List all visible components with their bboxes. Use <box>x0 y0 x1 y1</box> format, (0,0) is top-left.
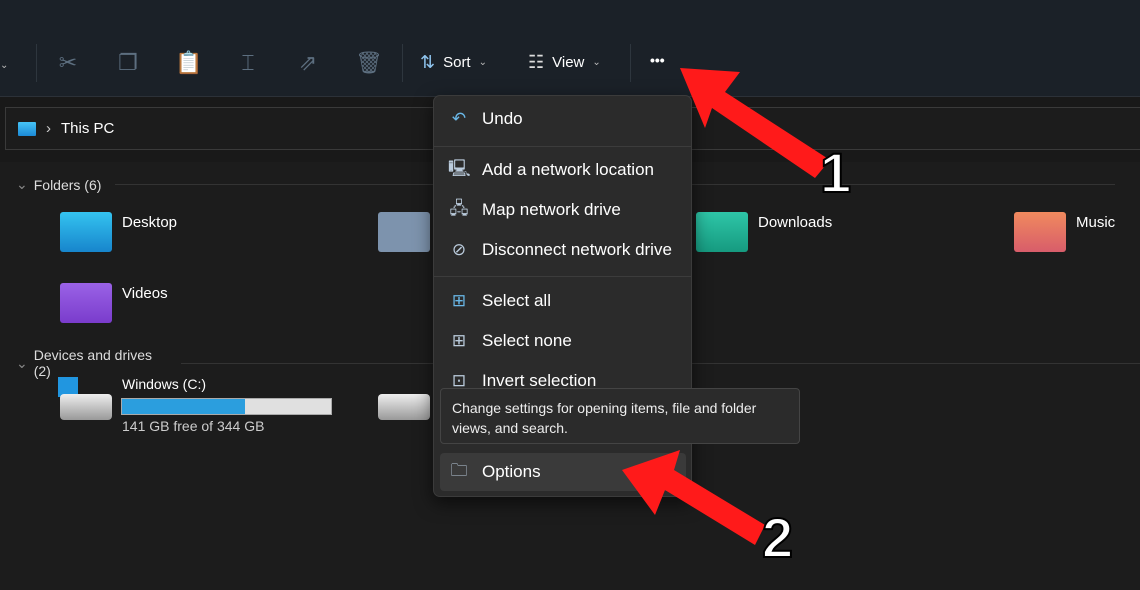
arrow-1 <box>680 68 830 178</box>
arrow-2 <box>622 450 765 545</box>
annotation-arrows <box>622 68 830 545</box>
step-1-label: 1 <box>819 140 852 205</box>
step-2-label: 2 <box>761 505 794 570</box>
